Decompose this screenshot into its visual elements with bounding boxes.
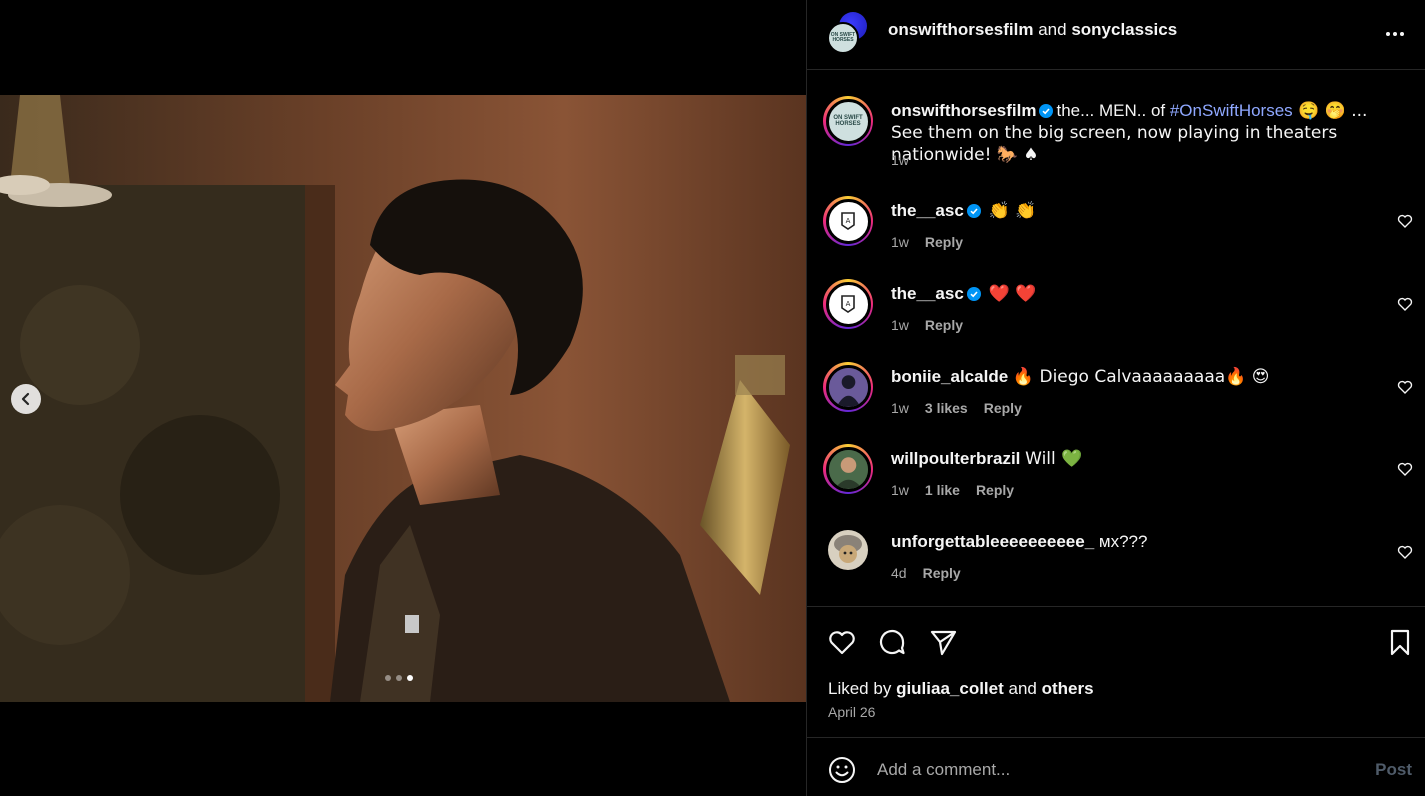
likes-joiner: and <box>1008 679 1037 698</box>
verified-badge-icon <box>966 204 981 218</box>
comment-avatar[interactable] <box>823 362 873 412</box>
svg-text:A: A <box>846 300 851 308</box>
comment-text: Will 💚 <box>1025 449 1083 469</box>
comment-time[interactable]: 1w <box>891 234 909 250</box>
comment-body: unforgettableeeeeeeeee_ ᴍx??? <box>891 531 1401 553</box>
carousel-dot <box>385 675 391 681</box>
comment-text: ᴍx??? <box>1098 532 1148 551</box>
reply-button[interactable]: Reply <box>925 317 963 333</box>
header-joiner: and <box>1038 20 1067 39</box>
chevron-left-icon <box>21 392 30 406</box>
caption-meta: 1w <box>891 152 909 168</box>
comment-text: 🔥 Diego Calvaaaaaaaaa🔥 😍 <box>1012 367 1270 387</box>
comment-username[interactable]: the__asc <box>891 201 964 220</box>
more-options-button[interactable] <box>1383 22 1407 46</box>
avatar-logo-text: ON SWIFT HORSES <box>833 115 863 127</box>
author-avatar: ON SWIFT HORSES <box>827 22 859 54</box>
post-photo[interactable] <box>0 95 806 702</box>
collab-avatars[interactable]: ON SWIFT HORSES <box>827 12 871 56</box>
comment-body: boniie_alcalde 🔥 Diego Calvaaaaaaaaa🔥 😍 <box>891 366 1401 388</box>
caption-username[interactable]: onswifthorsesfilm <box>891 101 1036 120</box>
svg-text:A: A <box>846 217 851 225</box>
caption-text-before: the... MEN.. of <box>1056 101 1170 120</box>
heart-icon[interactable] <box>1397 296 1413 312</box>
comment-meta: 1w Reply <box>891 317 963 333</box>
post-date[interactable]: April 26 <box>828 704 875 720</box>
verified-badge-icon <box>1039 104 1054 118</box>
send-icon[interactable] <box>928 627 958 657</box>
comment-meta: 1w 1 like Reply <box>891 482 1014 498</box>
comment-avatar[interactable] <box>828 530 868 570</box>
heart-icon[interactable] <box>1397 461 1413 477</box>
caption-hashtag[interactable]: #OnSwiftHorses <box>1170 101 1293 120</box>
comment-body: the__asc ❤️ ❤️ <box>891 283 1401 305</box>
comment-avatar[interactable]: A <box>823 196 873 246</box>
heart-icon[interactable] <box>827 627 857 657</box>
user-avatar-icon <box>828 530 868 570</box>
comment-avatar[interactable]: A <box>823 279 873 329</box>
comment-text: ❤️ ❤️ <box>988 284 1037 304</box>
bookmark-icon[interactable] <box>1385 627 1415 657</box>
asc-logo-icon: A <box>841 212 855 230</box>
caption-body: onswifthorsesfilm the... MEN.. of #OnSwif… <box>891 100 1401 166</box>
collaborator-username[interactable]: sonyclassics <box>1071 20 1177 39</box>
post-comment-button[interactable]: Post <box>1375 760 1412 780</box>
comment-likes[interactable]: 3 likes <box>925 400 968 416</box>
comment-username[interactable]: willpoulterbrazil <box>891 449 1020 468</box>
reply-button[interactable]: Reply <box>925 234 963 250</box>
carousel-dot-active <box>407 675 413 681</box>
asc-logo-icon: A <box>841 295 855 313</box>
post-header: ON SWIFT HORSES onswifthorsesfilm and so… <box>807 0 1425 70</box>
user-avatar-icon <box>828 367 868 407</box>
author-username[interactable]: onswifthorsesfilm <box>888 20 1033 39</box>
smile-icon[interactable] <box>827 755 857 785</box>
post-actions: Liked by giuliaa_collet and others April… <box>807 608 1425 738</box>
post-media <box>0 0 806 796</box>
caption-avatar[interactable]: ON SWIFT HORSES <box>823 96 873 146</box>
liked-by-user[interactable]: giuliaa_collet <box>896 679 1004 698</box>
reply-button[interactable]: Reply <box>923 565 961 581</box>
photo-illustration <box>0 95 806 702</box>
comment-username[interactable]: the__asc <box>891 284 964 303</box>
comment-meta: 1w 3 likes Reply <box>891 400 1022 416</box>
comment-text: 👏 👏 <box>988 201 1037 221</box>
likes-summary: Liked by giuliaa_collet and others <box>828 679 1094 699</box>
user-avatar-icon <box>828 449 868 489</box>
likes-prefix: Liked by <box>828 679 892 698</box>
carousel-dot <box>396 675 402 681</box>
comment-avatar[interactable] <box>823 444 873 494</box>
post-side-panel: ON SWIFT HORSES onswifthorsesfilm and so… <box>806 0 1425 796</box>
comment-meta: 1w Reply <box>891 234 963 250</box>
comment-meta: 4d Reply <box>891 565 961 581</box>
avatar-logo-text: ON SWIFT HORSES <box>830 32 856 43</box>
comment-icon[interactable] <box>877 627 907 657</box>
comment-username[interactable]: unforgettableeeeeeeeee_ <box>891 532 1094 551</box>
heart-icon[interactable] <box>1397 213 1413 229</box>
comment-time[interactable]: 1w <box>891 482 909 498</box>
more-horizontal-icon <box>1386 32 1390 36</box>
post-header-title: onswifthorsesfilm and sonyclassics <box>888 20 1177 40</box>
comment-likes[interactable]: 1 like <box>925 482 960 498</box>
heart-icon[interactable] <box>1397 544 1413 560</box>
comment-time[interactable]: 1w <box>891 400 909 416</box>
caption-time[interactable]: 1w <box>891 152 909 168</box>
verified-badge-icon <box>966 287 981 301</box>
comment-body: the__asc 👏 👏 <box>891 200 1401 222</box>
reply-button[interactable]: Reply <box>984 400 1022 416</box>
comment-time[interactable]: 4d <box>891 565 907 581</box>
comment-body: willpoulterbrazil Will 💚 <box>891 448 1401 470</box>
comment-username[interactable]: boniie_alcalde <box>891 367 1008 386</box>
comments-list[interactable]: ON SWIFT HORSES onswifthorsesfilm the... … <box>807 70 1425 607</box>
carousel-indicator <box>385 675 413 681</box>
reply-button[interactable]: Reply <box>976 482 1014 498</box>
likes-others-link[interactable]: others <box>1042 679 1094 698</box>
add-comment-bar: Post <box>807 738 1425 796</box>
comment-time[interactable]: 1w <box>891 317 909 333</box>
carousel-prev-button[interactable] <box>11 384 41 414</box>
heart-icon[interactable] <box>1397 379 1413 395</box>
comment-input[interactable] <box>877 755 1337 785</box>
